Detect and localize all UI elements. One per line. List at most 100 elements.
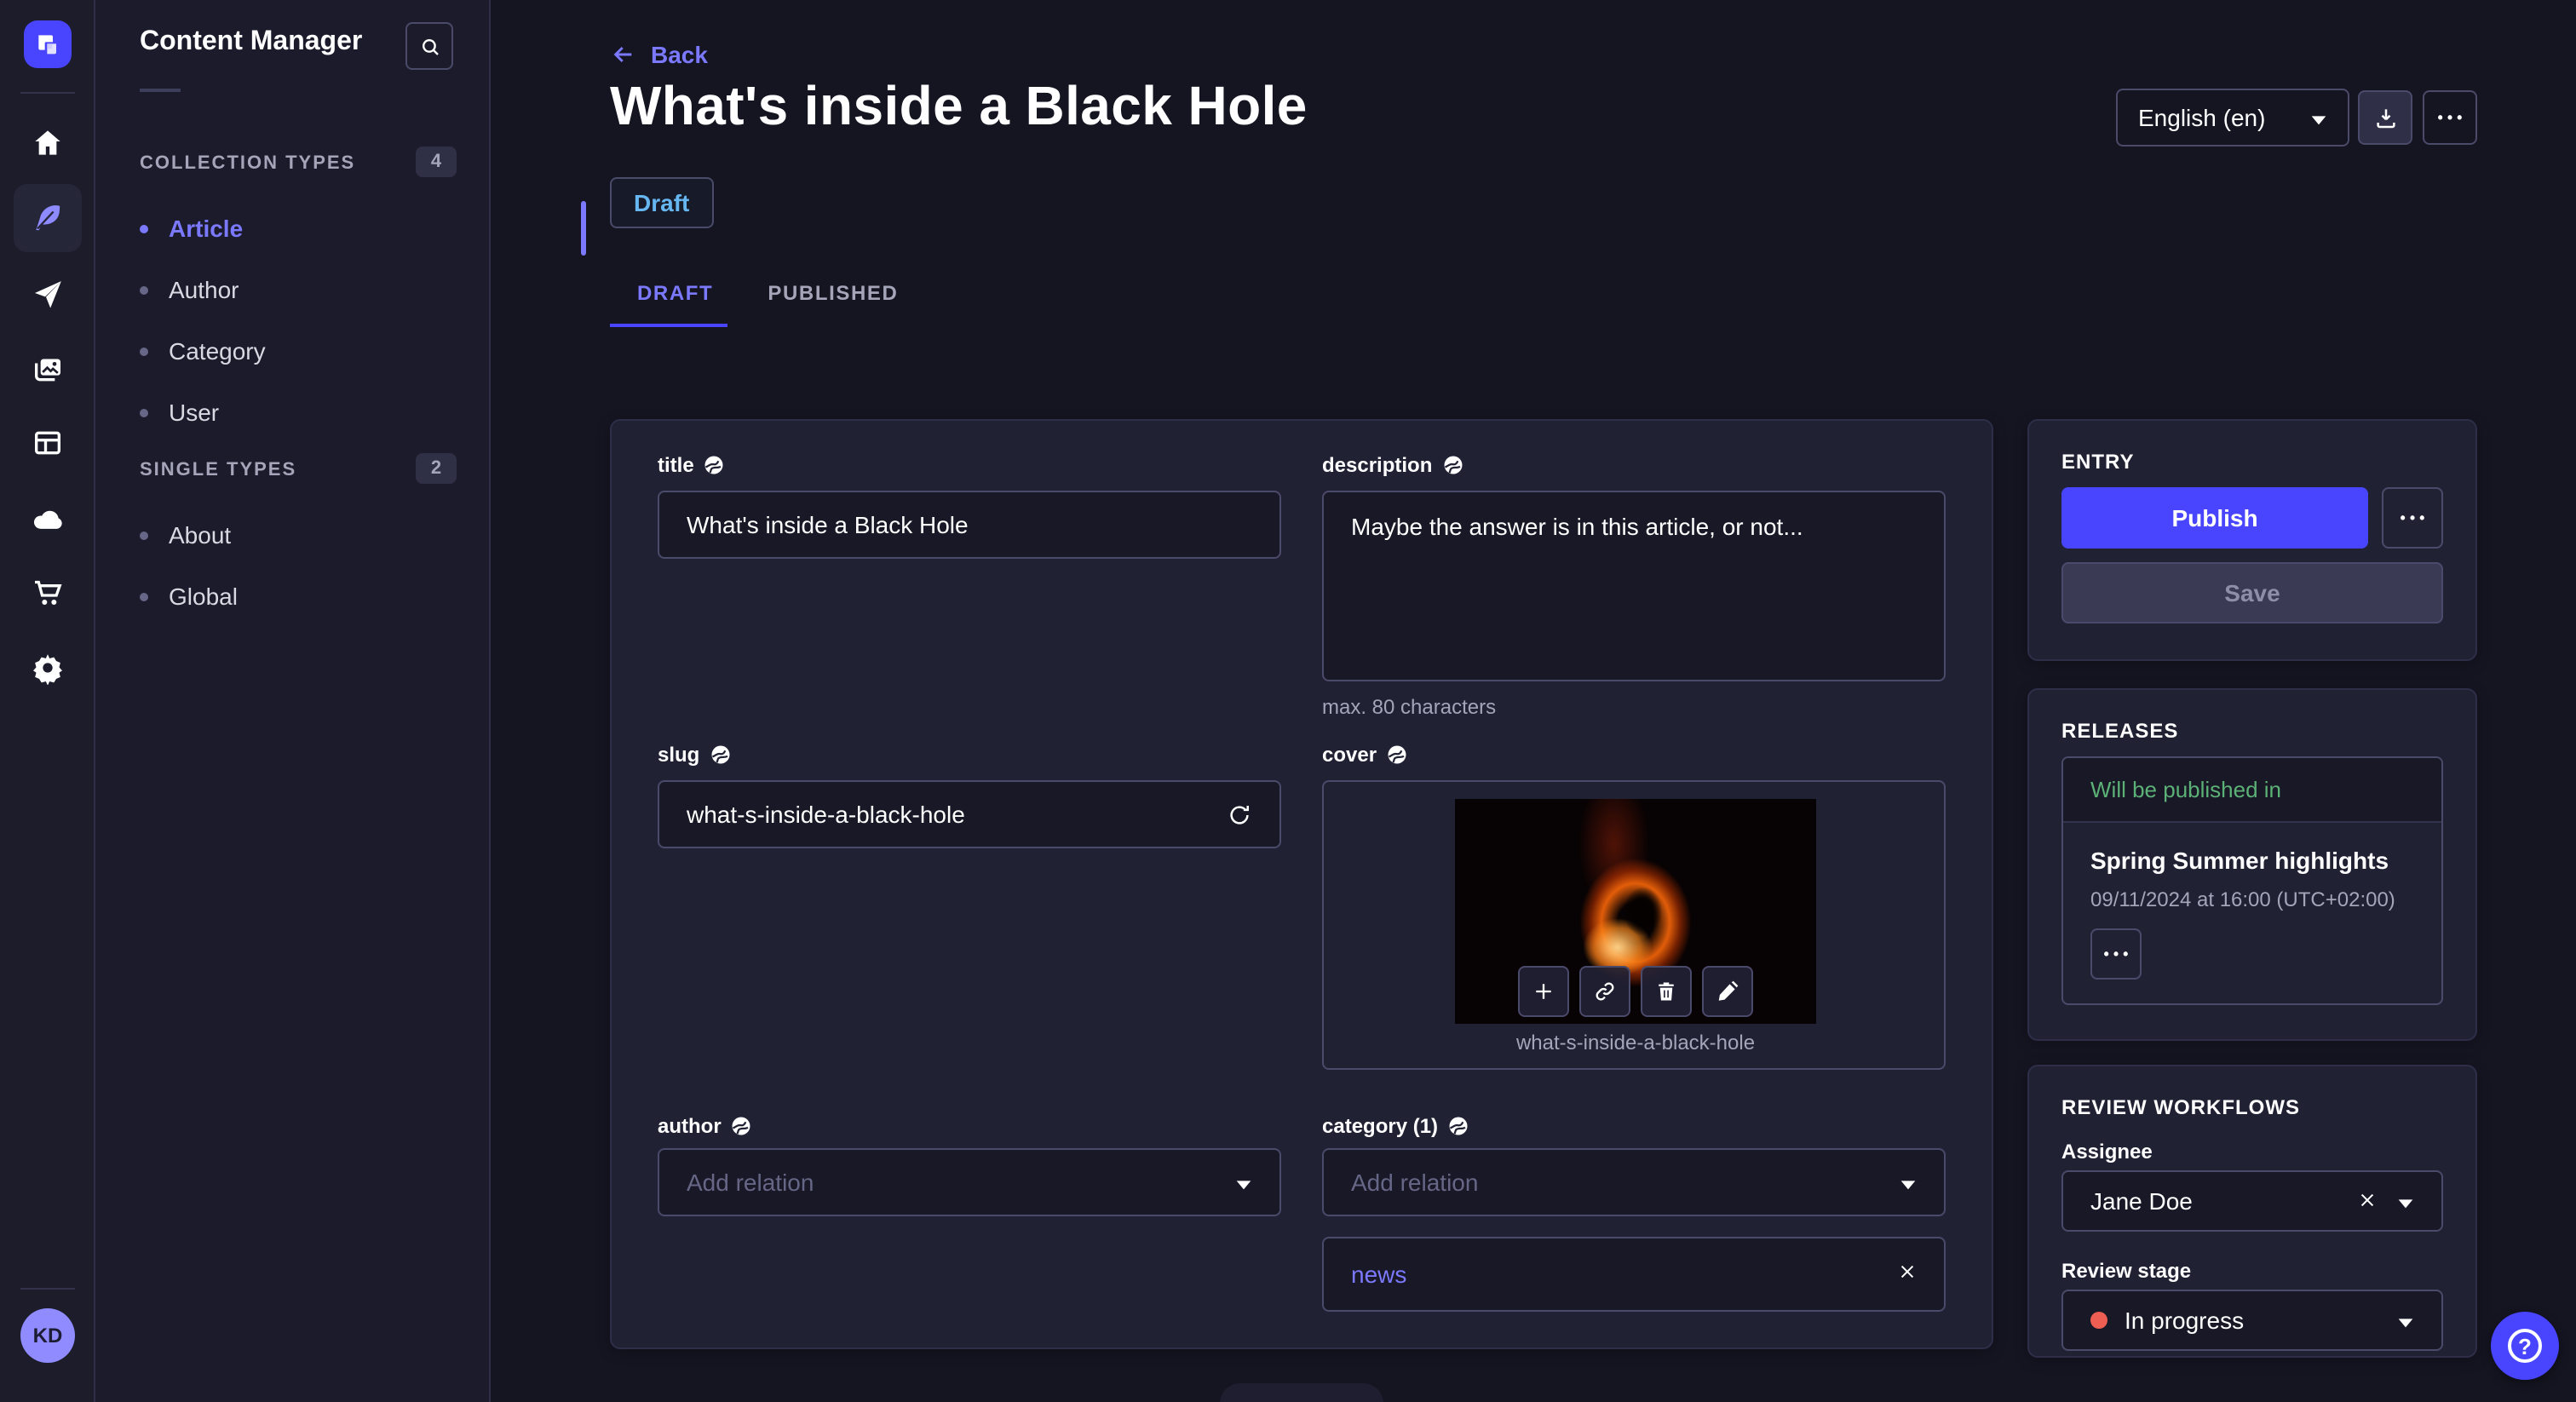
- title-input[interactable]: What's inside a Black Hole: [658, 491, 1281, 559]
- single-types-count-badge: 2: [416, 453, 457, 484]
- back-label: Back: [651, 41, 708, 68]
- author-placeholder: Add relation: [687, 1169, 814, 1196]
- sidebar-item-global[interactable]: Global: [140, 569, 457, 623]
- more-actions-button[interactable]: •••: [2423, 90, 2477, 145]
- help-button[interactable]: ?: [2491, 1312, 2559, 1380]
- nav-releases[interactable]: [14, 261, 82, 329]
- label-text: cover: [1322, 743, 1377, 767]
- collapsed-component-peek[interactable]: [1220, 1383, 1383, 1402]
- copy-link-button[interactable]: [1579, 966, 1630, 1017]
- label-text: description: [1322, 453, 1433, 477]
- category-relation-item: news: [1322, 1237, 1946, 1312]
- nav-content-type-builder[interactable]: [14, 409, 82, 477]
- publish-button[interactable]: Publish: [2061, 487, 2368, 549]
- remove-relation-button[interactable]: [1898, 1259, 1917, 1290]
- description-textarea[interactable]: Maybe the answer is in this article, or …: [1322, 491, 1946, 681]
- category-relation-select[interactable]: Add relation: [1322, 1148, 1946, 1216]
- category-news-link[interactable]: news: [1351, 1261, 1406, 1288]
- bullet-icon: [140, 408, 148, 417]
- stage-value-wrap: In progress: [2090, 1307, 2244, 1334]
- assignee-label: Assignee: [2061, 1140, 2153, 1164]
- release-more-button[interactable]: •••: [2090, 928, 2142, 980]
- sidebar-item-article[interactable]: Article: [140, 201, 457, 256]
- globe-icon: [733, 1117, 751, 1135]
- title-value: What's inside a Black Hole: [687, 511, 969, 538]
- sidebar-item-label: Category: [169, 337, 266, 365]
- sidebar-item-about[interactable]: About: [140, 508, 457, 562]
- review-stage-label: Review stage: [2061, 1259, 2192, 1283]
- pencil-icon: [1718, 980, 1739, 1001]
- active-item-indicator: [581, 201, 586, 256]
- chevron-down-icon[interactable]: [2397, 1307, 2414, 1334]
- sidebar-search-button[interactable]: [405, 22, 453, 70]
- field-label-cover: cover: [1322, 743, 1407, 767]
- field-label-slug: slug: [658, 743, 730, 767]
- close-icon: [1900, 1265, 1914, 1278]
- export-button[interactable]: [2358, 90, 2412, 145]
- bullet-icon: [140, 347, 148, 355]
- sidebar-item-label: Global: [169, 583, 238, 610]
- author-relation-select[interactable]: Add relation: [658, 1148, 1281, 1216]
- review-stage-select[interactable]: In progress: [2061, 1290, 2443, 1351]
- back-arrow-icon: [613, 46, 632, 63]
- locale-value: English (en): [2138, 104, 2266, 131]
- stage-status-dot: [2090, 1312, 2107, 1329]
- gear-icon: [33, 654, 62, 685]
- bullet-icon: [140, 592, 148, 600]
- releases-panel-heading: RELEASES: [2061, 719, 2179, 743]
- field-label-author: author: [658, 1114, 752, 1138]
- nav-content-manager[interactable]: [14, 184, 82, 252]
- sidebar-item-user[interactable]: User: [140, 385, 457, 440]
- entry-more-button[interactable]: •••: [2382, 487, 2443, 549]
- field-label-category: category (1): [1322, 1114, 1469, 1138]
- nav-media-library[interactable]: [14, 336, 82, 404]
- plus-icon: [1536, 984, 1551, 999]
- category-placeholder: Add relation: [1351, 1169, 1479, 1196]
- save-button[interactable]: Save: [2061, 562, 2443, 623]
- sidebar-item-label: Article: [169, 215, 244, 242]
- chevron-down-icon[interactable]: [2397, 1187, 2414, 1215]
- sidebar-item-label: About: [169, 521, 232, 549]
- back-link[interactable]: Back: [610, 41, 708, 68]
- nav-settings[interactable]: [14, 634, 82, 702]
- version-tabs: DRAFT PUBLISHED: [610, 262, 925, 324]
- review-panel-heading: REVIEW WORKFLOWS: [2061, 1095, 2300, 1119]
- globe-icon: [1443, 456, 1462, 474]
- slug-input[interactable]: what-s-inside-a-black-hole: [658, 780, 1281, 848]
- user-avatar[interactable]: KD: [20, 1308, 75, 1363]
- cover-media-card: what-s-inside-a-black-hole: [1322, 780, 1946, 1070]
- link-icon: [1596, 982, 1614, 1001]
- collection-types-count-badge: 4: [416, 147, 457, 177]
- cloud-icon: [33, 510, 62, 529]
- assignee-combobox[interactable]: Jane Doe: [2061, 1170, 2443, 1232]
- status-badge: Draft: [610, 177, 714, 228]
- nav-marketplace[interactable]: [14, 559, 82, 627]
- tab-draft[interactable]: DRAFT: [610, 262, 740, 324]
- sidebar-title: Content Manager: [140, 27, 363, 56]
- rail-divider: [20, 92, 75, 94]
- page-title: What's inside a Black Hole: [610, 75, 1308, 136]
- delete-media-button[interactable]: [1641, 966, 1692, 1017]
- rail-divider-bottom: [20, 1288, 75, 1290]
- clear-assignee-button[interactable]: [2358, 1187, 2377, 1215]
- strapi-logo-icon: [38, 35, 56, 55]
- chevron-down-icon: [1900, 1169, 1917, 1196]
- nav-cloud[interactable]: [14, 486, 82, 554]
- description-hint: max. 80 characters: [1322, 695, 1497, 719]
- field-label-title: title: [658, 453, 725, 477]
- tab-published[interactable]: PUBLISHED: [740, 262, 925, 324]
- add-media-button[interactable]: [1518, 966, 1569, 1017]
- bullet-icon: [140, 285, 148, 294]
- regenerate-icon[interactable]: [1227, 802, 1252, 827]
- bullet-icon: [140, 531, 148, 539]
- pictures-icon: [35, 359, 60, 382]
- sidebar-item-author[interactable]: Author: [140, 262, 457, 317]
- edit-media-button[interactable]: [1702, 966, 1753, 1017]
- sidebar-item-category[interactable]: Category: [140, 324, 457, 378]
- home-icon: [35, 130, 60, 155]
- locale-select[interactable]: English (en): [2116, 89, 2349, 147]
- tab-active-underline: [610, 324, 727, 327]
- layout-icon: [35, 431, 60, 455]
- strapi-logo[interactable]: [24, 20, 72, 68]
- nav-home[interactable]: [14, 109, 82, 177]
